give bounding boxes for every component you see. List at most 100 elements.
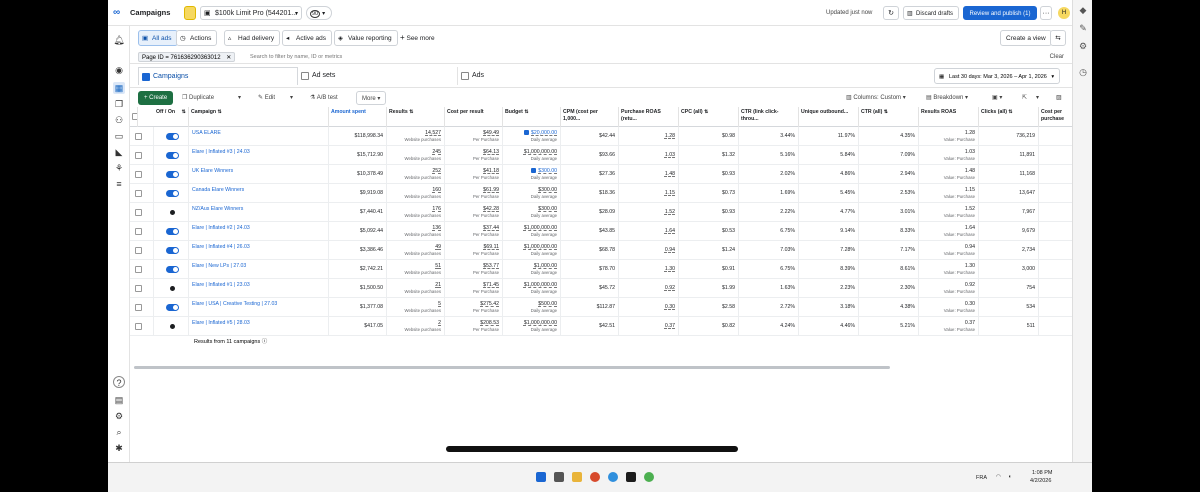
col-header-budget[interactable]: Budget ⇅: [503, 107, 561, 127]
had-delivery-filter[interactable]: ▵ Had delivery: [224, 30, 281, 46]
row-checkbox[interactable]: [135, 190, 142, 197]
col-header-ctr-link[interactable]: CTR (link click-throu...: [739, 107, 799, 127]
table-row[interactable]: NZ/Aus Elare Winners $7,440.41 176 Website …: [130, 203, 1072, 222]
cell-value[interactable]: $1,000,000.00: [524, 149, 557, 155]
cell-value[interactable]: $500.00: [538, 301, 557, 307]
bug-icon[interactable]: ✱: [113, 442, 125, 454]
col-header-purchase-roas[interactable]: Purchase ROAS (retu...: [619, 107, 679, 127]
notifications-dot-icon[interactable]: ◉: [113, 64, 125, 76]
duplicate-dropdown[interactable]: ▾: [238, 91, 241, 105]
edit-button[interactable]: ✎ Edit: [258, 91, 275, 105]
more-menu-button[interactable]: More ▾: [356, 91, 387, 105]
row-checkbox[interactable]: [135, 304, 142, 311]
refresh-button[interactable]: ↻: [883, 6, 899, 20]
chart-toggle-button[interactable]: ▨: [1056, 91, 1062, 105]
campaign-name-link[interactable]: Elare | Inflated #2 | 24.03: [189, 222, 329, 241]
edge-icon[interactable]: [608, 472, 618, 482]
value-reporting-filter[interactable]: ◈ Value reporting: [334, 30, 398, 46]
table-row[interactable]: Elare | Inflated #1 | 23.03 $1,500.50 21 We…: [130, 279, 1072, 298]
campaign-toggle[interactable]: [166, 152, 179, 159]
file-explorer-icon[interactable]: [572, 472, 582, 482]
cell-value[interactable]: 5: [438, 301, 441, 307]
cell-value[interactable]: 14,527: [425, 130, 441, 136]
search-taskbar-icon[interactable]: [554, 472, 564, 482]
account-avatar-icon[interactable]: [184, 6, 196, 20]
ab-test-button[interactable]: ⚗ A/B test: [310, 91, 338, 105]
table-row[interactable]: UK Elare Winners $10,378.49 252 Website pur…: [130, 165, 1072, 184]
bell-icon[interactable]: 🔔︎: [113, 34, 125, 46]
page-id-filter-chip[interactable]: Page ID = 761636290363012 ✕: [138, 52, 236, 62]
campaign-name-link[interactable]: USA ELARE: [189, 127, 329, 146]
table-row[interactable]: Canada Elare Winners $9,919.08 160 Website …: [130, 184, 1072, 203]
report-icon[interactable]: ▤: [113, 394, 125, 406]
row-checkbox[interactable]: [135, 228, 142, 235]
col-header-results-roas[interactable]: Results ROAS: [919, 107, 979, 127]
export-button[interactable]: ⇱: [1022, 91, 1027, 105]
campaigns-grid-icon[interactable]: ▦: [113, 82, 125, 94]
search-icon[interactable]: ⌕: [113, 426, 125, 438]
settings-gear-icon[interactable]: ⚙: [1077, 40, 1089, 52]
col-header-clicks[interactable]: Clicks (all) ⇅: [979, 107, 1039, 127]
billing-card-icon[interactable]: ▭: [113, 130, 125, 142]
table-row[interactable]: Elare | Inflated #2 | 24.03 $5,092.44 136 W…: [130, 222, 1072, 241]
meta-logo-icon[interactable]: ∞: [113, 6, 120, 20]
cell-value[interactable]: 252: [432, 168, 441, 174]
duplicate-button[interactable]: ❐ Duplicate: [182, 91, 214, 105]
campaign-toggle[interactable]: [166, 247, 179, 254]
windows-start-icon[interactable]: [536, 472, 546, 482]
tab-ads[interactable]: Ads: [458, 67, 934, 85]
tab-ad-sets[interactable]: Ad sets: [298, 67, 458, 85]
col-header-results[interactable]: Results ⇅: [387, 107, 445, 127]
horizontal-scrollbar[interactable]: [134, 366, 890, 369]
info-icon[interactable]: ⓘ: [262, 339, 268, 345]
col-header-cpc[interactable]: CPC (all) ⇅: [679, 107, 739, 127]
announcement-icon[interactable]: ◣: [113, 146, 125, 158]
campaign-toggle[interactable]: [166, 171, 179, 178]
account-selector[interactable]: ▣ $100k Limit Pro (544201... ▾: [200, 6, 302, 20]
campaign-toggle[interactable]: [166, 133, 179, 140]
tab-campaigns[interactable]: Campaigns: [138, 67, 298, 85]
campaign-name-link[interactable]: NZ/Aus Elare Winners: [189, 203, 329, 222]
cell-value[interactable]: 21: [435, 282, 441, 288]
cell-value[interactable]: $300.00: [538, 187, 557, 193]
campaign-toggle-off[interactable]: [170, 210, 175, 215]
campaign-toggle[interactable]: [166, 304, 179, 311]
campaign-name-link[interactable]: Elare | Inflated #1 | 23.03: [189, 279, 329, 298]
cell-value[interactable]: 136: [432, 225, 441, 231]
cell-value[interactable]: $1,000.00: [534, 263, 557, 269]
chrome-icon[interactable]: [644, 472, 654, 482]
col-header-offon[interactable]: Off / On ⇅: [154, 107, 189, 127]
cell-value[interactable]: $300.00: [531, 168, 557, 174]
row-checkbox[interactable]: [135, 285, 142, 292]
campaign-toggle-off[interactable]: [170, 286, 175, 291]
cell-value[interactable]: $20,000.00: [524, 130, 557, 136]
columns-selector[interactable]: ▥ Columns: Custom ▾: [846, 91, 906, 105]
table-row[interactable]: Elare | Inflated #4 | 26.03 $3,386.46 49 We…: [130, 241, 1072, 260]
col-header-amount-spent[interactable]: Amount spent: [329, 107, 387, 127]
campaign-name-link[interactable]: Elare | Inflated #3 | 24.03: [189, 146, 329, 165]
table-row[interactable]: Elare | USA | Creative Testing | 27.03 $1…: [130, 298, 1072, 317]
campaign-name-link[interactable]: Elare | Inflated #4 | 26.03: [189, 241, 329, 260]
actions-filter[interactable]: ◷ Actions: [176, 30, 218, 46]
campaign-name-link[interactable]: UK Elare Winners: [189, 165, 329, 184]
tools-icon[interactable]: ⚘: [113, 162, 125, 174]
campaign-toggle[interactable]: [166, 228, 179, 235]
cell-value[interactable]: 245: [432, 149, 441, 155]
table-row[interactable]: Elare | Inflated #3 | 24.03 $15,712.90 245…: [130, 146, 1072, 165]
cell-value[interactable]: $1,000,000.00: [524, 320, 557, 326]
row-checkbox[interactable]: [135, 171, 142, 178]
breakdown-selector[interactable]: ▤ Breakdown ▾: [926, 91, 968, 105]
campaign-name-link[interactable]: Canada Elare Winners: [189, 184, 329, 203]
campaign-name-link[interactable]: Elare | New LPs | 27.03: [189, 260, 329, 279]
row-checkbox[interactable]: [135, 209, 142, 216]
row-checkbox[interactable]: [135, 266, 142, 273]
pen-icon[interactable]: ✎: [1077, 22, 1089, 34]
col-header-cpm[interactable]: CPM (cost per 1,000...: [561, 107, 619, 127]
volume-icon[interactable]: ◖: [1008, 474, 1011, 480]
campaign-toggle-off[interactable]: [170, 324, 175, 329]
see-more-filter[interactable]: + See more: [400, 30, 435, 46]
col-header-ctr-all[interactable]: CTR (all) ⇅: [859, 107, 919, 127]
discard-drafts-button[interactable]: ▥ Discard drafts: [903, 6, 959, 20]
col-header-unique-outbound[interactable]: Unique outbound...: [799, 107, 859, 127]
menu-icon[interactable]: ≡: [113, 178, 125, 190]
